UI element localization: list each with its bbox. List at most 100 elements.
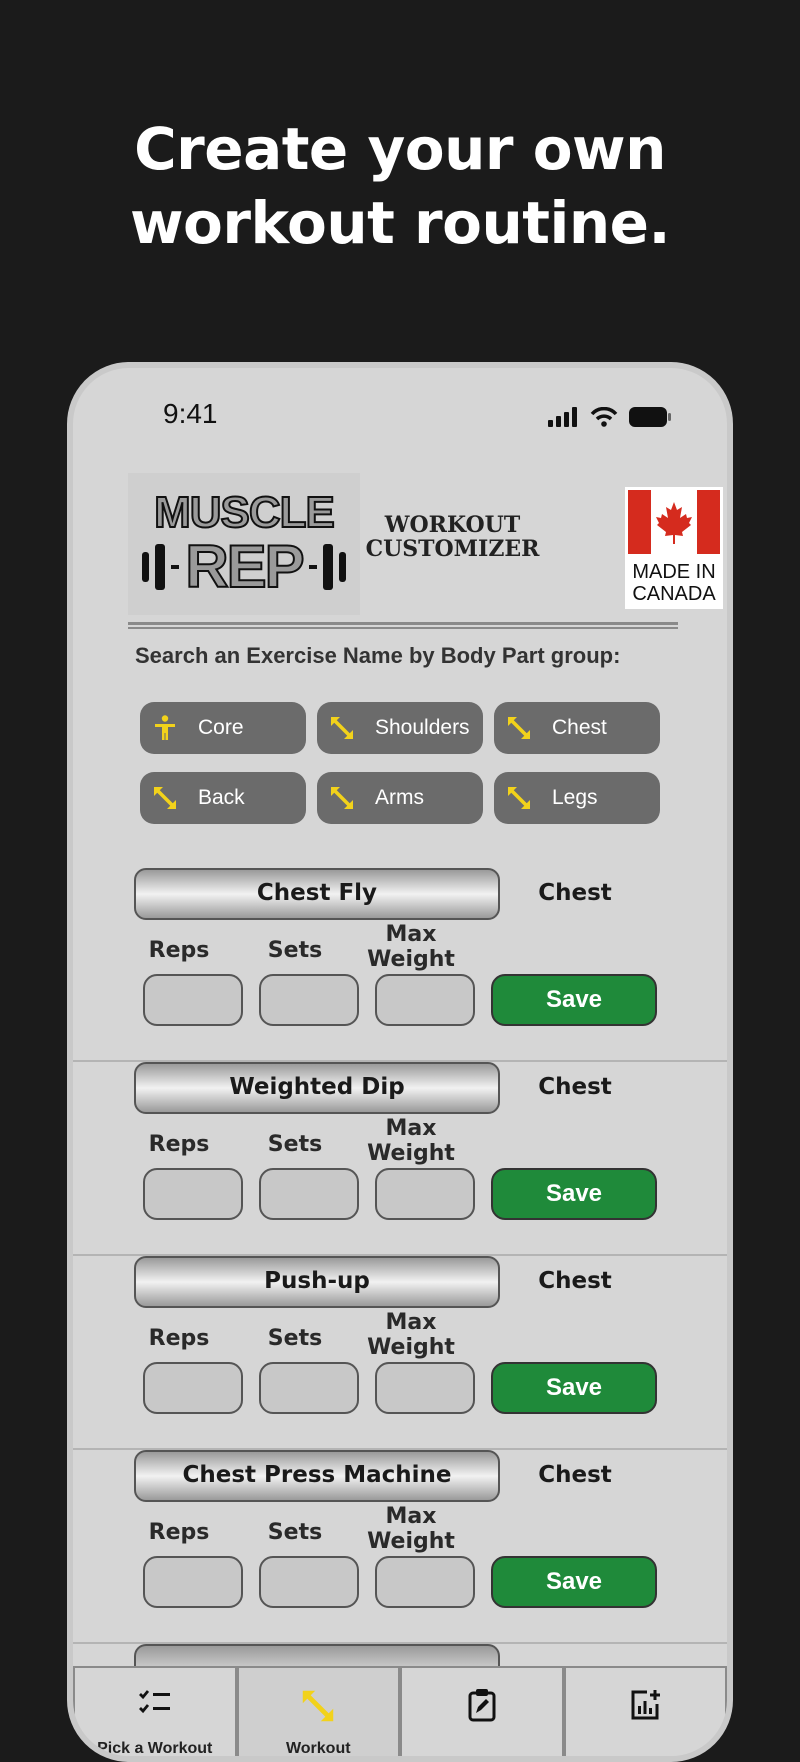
chip-shoulders-label: Shoulders	[375, 716, 470, 739]
save-button[interactable]: Save	[491, 974, 657, 1026]
resize-arrow-icon	[303, 1690, 334, 1722]
max-weight-label-line-2: Weight	[367, 947, 455, 972]
chip-chest-label: Chest	[552, 716, 607, 739]
sets-input[interactable]	[259, 1168, 359, 1220]
resize-arrow-icon	[152, 785, 178, 811]
search-label: Search an Exercise Name by Body Part gro…	[135, 643, 621, 668]
exercise-name-button[interactable]: Push-up	[134, 1256, 500, 1308]
reps-label: Reps	[148, 938, 210, 963]
exercise-name-button[interactable]: Chest Fly	[134, 868, 500, 920]
sets-label: Sets	[267, 1132, 323, 1157]
reps-label: Reps	[148, 1520, 210, 1545]
chip-core-label: Core	[198, 716, 244, 739]
sets-label: Sets	[267, 938, 323, 963]
chip-core[interactable]: Core	[140, 702, 306, 754]
chip-arms-label: Arms	[375, 786, 424, 809]
nav-clipboard[interactable]	[400, 1666, 564, 1756]
exercise-row: Weighted Dip Chest Reps Sets Max Weight …	[73, 1062, 727, 1256]
reps-input[interactable]	[143, 1556, 243, 1608]
nav-charts[interactable]	[563, 1666, 727, 1756]
reps-label: Reps	[148, 1326, 210, 1351]
exercise-body-part: Chest	[538, 1074, 612, 1100]
exercise-row: Push-up Chest Reps Sets Max Weight Save	[73, 1256, 727, 1450]
chip-arms[interactable]: Arms	[317, 772, 483, 824]
max-weight-label-line-2: Weight	[367, 1335, 455, 1360]
checklist-icon	[138, 1690, 170, 1714]
max-weight-label: Max Weight	[361, 1116, 461, 1166]
exercise-body-part: Chest	[538, 1268, 612, 1294]
max-weight-input[interactable]	[375, 974, 475, 1026]
badge-line-1: MADE IN	[632, 561, 716, 583]
nav-pick-workout[interactable]: Pick a Workout	[73, 1666, 237, 1757]
save-button[interactable]: Save	[491, 1168, 657, 1220]
barbell-plate-icon	[155, 544, 166, 590]
clipboard-edit-icon	[468, 1689, 496, 1722]
status-bar: 9:41	[73, 368, 727, 448]
chip-back-label: Back	[198, 786, 245, 809]
exercise-body-part: Chest	[538, 880, 612, 906]
save-button[interactable]: Save	[491, 1556, 657, 1608]
resize-arrow-icon	[506, 715, 532, 741]
exercise-name-button[interactable]: Weighted Dip	[134, 1062, 500, 1114]
save-button[interactable]: Save	[491, 1362, 657, 1414]
max-weight-label: Max Weight	[361, 1504, 461, 1554]
max-weight-label-line-1: Max	[385, 1310, 437, 1335]
signal-icon	[548, 407, 577, 427]
max-weight-label-line-1: Max	[385, 1504, 437, 1529]
sets-label: Sets	[267, 1326, 323, 1351]
max-weight-input[interactable]	[375, 1362, 475, 1414]
badge-line-2: CANADA	[632, 583, 716, 605]
nav-workout-label: Workout	[285, 1740, 351, 1757]
exercise-name-button[interactable]: Chest Press Machine	[134, 1450, 500, 1502]
sets-input[interactable]	[259, 1556, 359, 1608]
max-weight-label-line-1: Max	[385, 922, 437, 947]
barbell-plate-icon	[142, 552, 150, 582]
logo-text-bottom: REP	[184, 533, 305, 600]
canada-flag-icon	[628, 490, 720, 554]
barbell-plate-icon	[338, 552, 346, 582]
logo-text-top: MUSCLE	[153, 488, 336, 537]
battery-icon	[629, 407, 671, 427]
headline-line-2: workout routine.	[129, 189, 671, 257]
person-icon	[152, 715, 178, 741]
resize-arrow-icon	[506, 785, 532, 811]
made-in-canada-badge: MADE IN CANADA	[625, 487, 723, 609]
bottom-nav: Pick a Workout Workout	[73, 1666, 727, 1757]
sets-input[interactable]	[259, 1362, 359, 1414]
wifi-icon	[590, 407, 618, 427]
nav-pick-workout-label: Pick a Workout	[97, 1740, 213, 1757]
max-weight-label-line-2: Weight	[367, 1141, 455, 1166]
exercise-row: Chest Press Machine Chest Reps Sets Max …	[73, 1450, 727, 1644]
status-time: 9:41	[163, 398, 218, 429]
musclerep-logo: MUSCLE REP	[128, 473, 360, 615]
chip-shoulders[interactable]: Shoulders	[317, 702, 483, 754]
reps-label: Reps	[148, 1132, 210, 1157]
reps-input[interactable]	[143, 1168, 243, 1220]
exercise-body-part: Chest	[538, 1462, 612, 1488]
max-weight-label-line-1: Max	[385, 1116, 437, 1141]
chip-back[interactable]: Back	[140, 772, 306, 824]
max-weight-label: Max Weight	[361, 922, 461, 972]
barbell-bar-icon	[308, 565, 317, 569]
chip-legs[interactable]: Legs	[494, 772, 660, 824]
max-weight-input[interactable]	[375, 1556, 475, 1608]
sets-label: Sets	[267, 1520, 323, 1545]
nav-workout[interactable]: Workout	[236, 1666, 400, 1757]
headline-line-1: Create your own	[134, 115, 666, 183]
max-weight-input[interactable]	[375, 1168, 475, 1220]
max-weight-label: Max Weight	[361, 1310, 461, 1360]
chart-add-icon	[631, 1690, 661, 1720]
chip-chest[interactable]: Chest	[494, 702, 660, 754]
headline: Create your own workout routine.	[0, 112, 800, 260]
chip-legs-label: Legs	[552, 786, 598, 809]
barbell-plate-icon	[322, 544, 333, 590]
app-title: WORKOUT CUSTOMIZER	[360, 513, 545, 561]
resize-arrow-icon	[329, 785, 355, 811]
sets-input[interactable]	[259, 974, 359, 1026]
logo-barbell-row: REP	[142, 533, 346, 600]
reps-input[interactable]	[143, 1362, 243, 1414]
reps-input[interactable]	[143, 974, 243, 1026]
app-title-line-1: WORKOUT	[384, 512, 521, 538]
made-in-canada-text: MADE IN CANADA	[625, 561, 723, 605]
app-header: MUSCLE REP WORKOUT CUSTOMIZER MADE IN CA…	[128, 473, 723, 623]
